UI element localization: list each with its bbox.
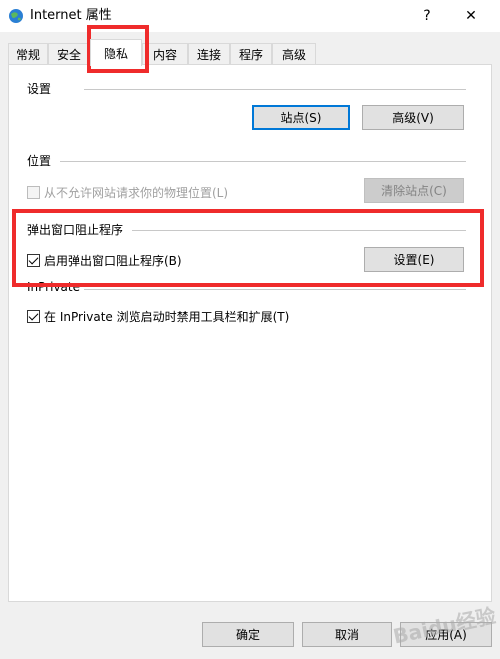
help-icon: ? (423, 8, 431, 24)
title-bar: Internet 属性 ? ✕ (0, 0, 500, 32)
close-button[interactable]: ✕ (448, 0, 494, 32)
ok-button[interactable]: 确定 (202, 622, 294, 647)
location-group-label: 位置 (27, 152, 56, 169)
internet-globe-icon (9, 9, 23, 23)
close-icon: ✕ (465, 8, 477, 24)
privacy-panel (8, 64, 492, 602)
popup-settings-button[interactable]: 设置(E) (364, 247, 464, 272)
tab-connections[interactable]: 连接 (188, 43, 230, 65)
cancel-button[interactable]: 取消 (302, 622, 392, 647)
location-checkbox[interactable] (27, 186, 40, 199)
inprivate-checkbox-label: 在 InPrivate 浏览启动时禁用工具栏和扩展(T) (44, 310, 290, 324)
tab-security[interactable]: 安全 (48, 43, 90, 65)
inprivate-group-label: InPrivate (27, 280, 84, 294)
tab-programs[interactable]: 程序 (230, 43, 272, 65)
settings-group-label: 设置 (27, 80, 56, 97)
window-title: Internet 属性 (30, 8, 112, 23)
popup-checkbox[interactable] (27, 254, 40, 267)
advanced-button[interactable]: 高级(V) (362, 105, 464, 130)
inprivate-group-divider (84, 289, 466, 290)
tab-strip: 常规 安全 隐私 内容 连接 程序 高级 (0, 39, 500, 66)
help-button[interactable]: ? (404, 0, 450, 32)
tab-general[interactable]: 常规 (8, 43, 48, 65)
tab-content[interactable]: 内容 (142, 43, 188, 65)
location-checkbox-label: 从不允许网站请求你的物理位置(L) (44, 186, 229, 200)
popup-checkbox-row[interactable]: 启用弹出窗口阻止程序(B) (27, 252, 182, 269)
inprivate-checkbox[interactable] (27, 310, 40, 323)
settings-group-divider (84, 89, 466, 90)
popup-group-label: 弹出窗口阻止程序 (27, 221, 128, 238)
tab-privacy[interactable]: 隐私 (90, 39, 142, 66)
tab-advanced[interactable]: 高级 (272, 43, 316, 65)
apply-button[interactable]: 应用(A) (400, 622, 492, 647)
location-checkbox-row[interactable]: 从不允许网站请求你的物理位置(L) (27, 184, 228, 201)
location-group-divider (60, 161, 466, 162)
popup-checkbox-label: 启用弹出窗口阻止程序(B) (44, 254, 182, 268)
sites-button[interactable]: 站点(S) (252, 105, 350, 130)
inprivate-checkbox-row[interactable]: 在 InPrivate 浏览启动时禁用工具栏和扩展(T) (27, 308, 289, 325)
popup-group-divider (132, 230, 466, 231)
clear-sites-button[interactable]: 清除站点(C) (364, 178, 464, 203)
